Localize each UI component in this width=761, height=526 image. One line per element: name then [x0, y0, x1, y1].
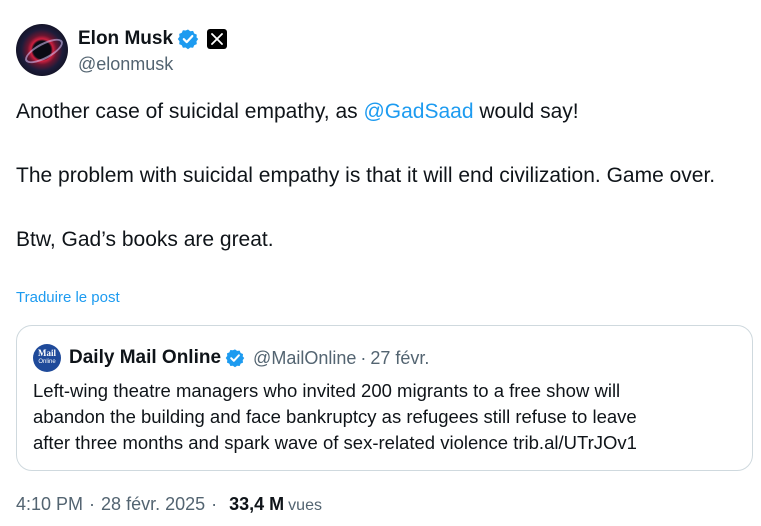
quote-avatar-text: Mail [38, 348, 56, 358]
tweet-meta: 4:10 PM · 28 févr. 2025 · 33,4 M vues [16, 494, 322, 515]
tweet-text-segment: Another case of suicidal empathy, as [16, 100, 364, 123]
meta-separator: · [211, 494, 218, 514]
tweet-text: Another case of suicidal empathy, as @Ga… [16, 96, 736, 256]
author-avatar[interactable] [16, 24, 68, 76]
quoted-tweet-card[interactable]: Mail Online Daily Mail Online @MailOnlin… [16, 325, 753, 471]
tweet-paragraph-1: Another case of suicidal empathy, as @Ga… [16, 96, 736, 128]
tweet-header: Elon Musk @elonmusk [16, 22, 228, 78]
quote-text-line: abandon the building and face bankruptcy… [33, 406, 637, 427]
meta-separator: · [89, 494, 96, 514]
mention-link[interactable]: @GadSaad [363, 100, 473, 123]
quote-separator: · [360, 347, 367, 368]
quote-verified-badge-icon [225, 349, 245, 368]
quote-author-handle: @MailOnline [253, 347, 357, 368]
quote-header: Mail Online Daily Mail Online @MailOnlin… [33, 344, 430, 372]
quote-text-line: after three months and spark wave of sex… [33, 432, 637, 453]
quote-text-line: Left-wing theatre managers who invited 2… [33, 380, 621, 401]
quote-avatar-subtext: Online [38, 359, 56, 365]
x-logo-icon [207, 28, 228, 49]
quote-avatar: Mail Online [33, 344, 61, 372]
translate-post-link[interactable]: Traduire le post [16, 289, 120, 306]
tweet-paragraph-3: Btw, Gad’s books are great. [16, 228, 274, 251]
tweet-time[interactable]: 4:10 PM [16, 494, 83, 515]
tweet-text-segment: would say! [473, 100, 579, 123]
tweet-paragraph-2: The problem with suicidal empathy is tha… [16, 164, 716, 187]
quote-text: Left-wing theatre managers who invited 2… [33, 378, 733, 456]
verified-badge-icon [177, 29, 199, 49]
views-label: vues [288, 497, 322, 514]
quote-author-name: Daily Mail Online [69, 347, 222, 368]
author-name-row: Elon Musk [78, 26, 228, 52]
views-count: 33,4 M [229, 494, 285, 514]
tweet-date[interactable]: 28 févr. 2025 [101, 494, 205, 515]
author-names: Elon Musk @elonmusk [78, 26, 228, 75]
quote-timestamp: 27 févr. [370, 347, 430, 368]
author-display-name[interactable]: Elon Musk [78, 28, 173, 50]
author-handle[interactable]: @elonmusk [78, 54, 227, 75]
